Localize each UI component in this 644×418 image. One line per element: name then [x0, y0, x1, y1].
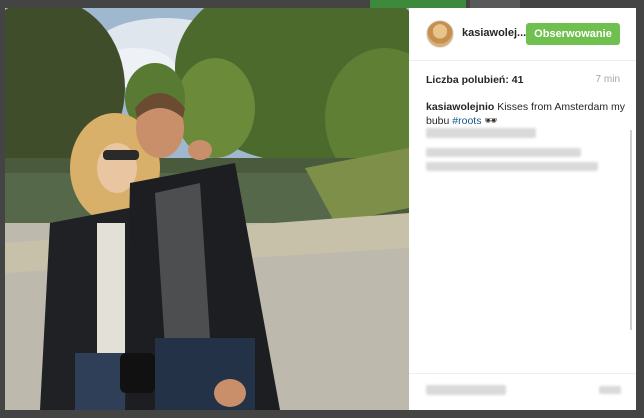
- post-author-username[interactable]: kasiawolej...: [462, 27, 526, 39]
- blurred-comment-input[interactable]: [426, 385, 506, 395]
- follow-button[interactable]: Obserwowanie: [526, 23, 620, 45]
- post-details-panel: kasiawolej... Obserwowanie Liczba polubi…: [409, 8, 636, 410]
- blurred-comment: [426, 128, 536, 138]
- blurred-comment: [426, 162, 598, 171]
- post-photo: [5, 8, 409, 410]
- likes-count[interactable]: Liczba polubień: 41: [426, 74, 523, 86]
- sunglasses-emoji-icon: 🕶: [484, 115, 498, 127]
- hashtag-link[interactable]: #roots: [452, 115, 481, 127]
- comments-divider: [409, 373, 636, 374]
- photo-illustration: [5, 8, 409, 410]
- post-modal: kasiawolej... Obserwowanie Liczba polubi…: [5, 8, 636, 410]
- background-element: [470, 0, 520, 8]
- background-follow-button: [370, 0, 466, 8]
- profile-avatar[interactable]: [426, 20, 454, 48]
- post-header: kasiawolej... Obserwowanie: [409, 8, 636, 61]
- caption-username[interactable]: kasiawolejnio: [426, 101, 494, 113]
- post-timestamp[interactable]: 7 min: [596, 74, 620, 85]
- blurred-icon: [599, 386, 621, 394]
- blurred-comment: [426, 148, 581, 157]
- panel-scrollbar[interactable]: [630, 130, 632, 330]
- post-caption: kasiawolejnio Kisses from Amsterdam my b…: [426, 100, 626, 128]
